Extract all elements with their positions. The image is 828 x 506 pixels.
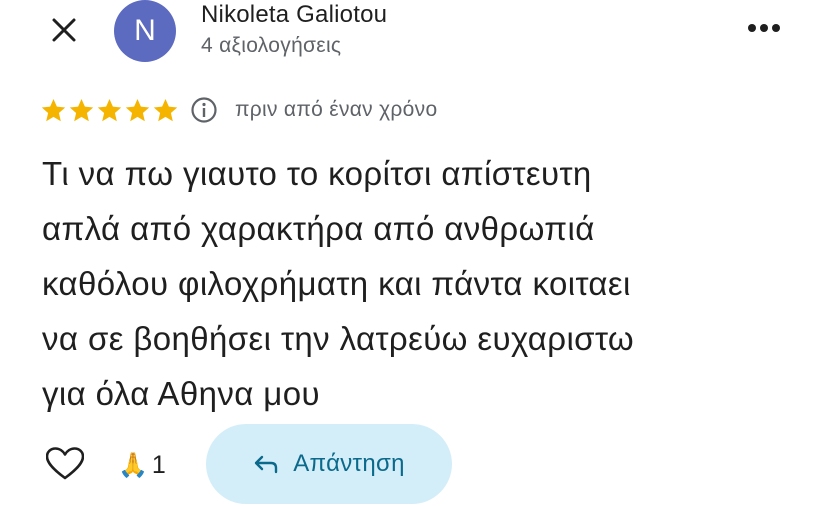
star-icon xyxy=(41,98,66,121)
reaction-chip[interactable]: 🙏 1 xyxy=(118,448,166,482)
review-card: N Nikoleta Galiotou 4 αξιολογήσεις πριν … xyxy=(0,0,828,506)
review-text: Τι να πω γιαυτο το κορίτσι απίστευτη απλ… xyxy=(42,146,802,421)
star-icon xyxy=(69,98,94,121)
star-icon xyxy=(97,98,122,121)
review-line: να σε βοηθήσει την λατρεύω ευχαριστω xyxy=(42,320,635,357)
reply-label: Απάντηση xyxy=(293,450,405,477)
review-line: καθόλου φιλοχρήματη και πάντα κοιταει xyxy=(42,265,631,302)
more-options-button[interactable] xyxy=(740,14,788,42)
info-icon xyxy=(191,97,217,123)
reply-arrow-icon xyxy=(255,455,278,474)
avatar[interactable]: N xyxy=(114,0,176,62)
reaction-count: 1 xyxy=(151,450,166,479)
more-vert-icon xyxy=(748,24,780,32)
heart-outline-icon xyxy=(46,447,84,480)
star-icon xyxy=(153,98,178,121)
star-icon xyxy=(125,98,150,121)
info-button[interactable] xyxy=(189,95,219,125)
rating-row: πριν από έναν χρόνο xyxy=(40,94,437,126)
review-line: απλά από χαρακτήρα από ανθρωπιά xyxy=(42,210,595,247)
star-rating xyxy=(40,97,179,124)
like-button[interactable] xyxy=(44,443,86,485)
review-line: Τι να πω γιαυτο το κορίτσι απίστευτη xyxy=(42,155,592,192)
close-icon xyxy=(52,18,76,42)
close-button[interactable] xyxy=(44,10,84,50)
reply-button[interactable]: Απάντηση xyxy=(206,424,452,504)
review-line: για όλα Αθηνα μου xyxy=(42,375,320,412)
author-name[interactable]: Nikoleta Galiotou xyxy=(201,1,387,29)
author-review-count: 4 αξιολογήσεις xyxy=(201,34,342,57)
review-time: πριν από έναν χρόνο xyxy=(235,98,438,121)
pray-emoji-icon: 🙏 xyxy=(118,451,148,479)
